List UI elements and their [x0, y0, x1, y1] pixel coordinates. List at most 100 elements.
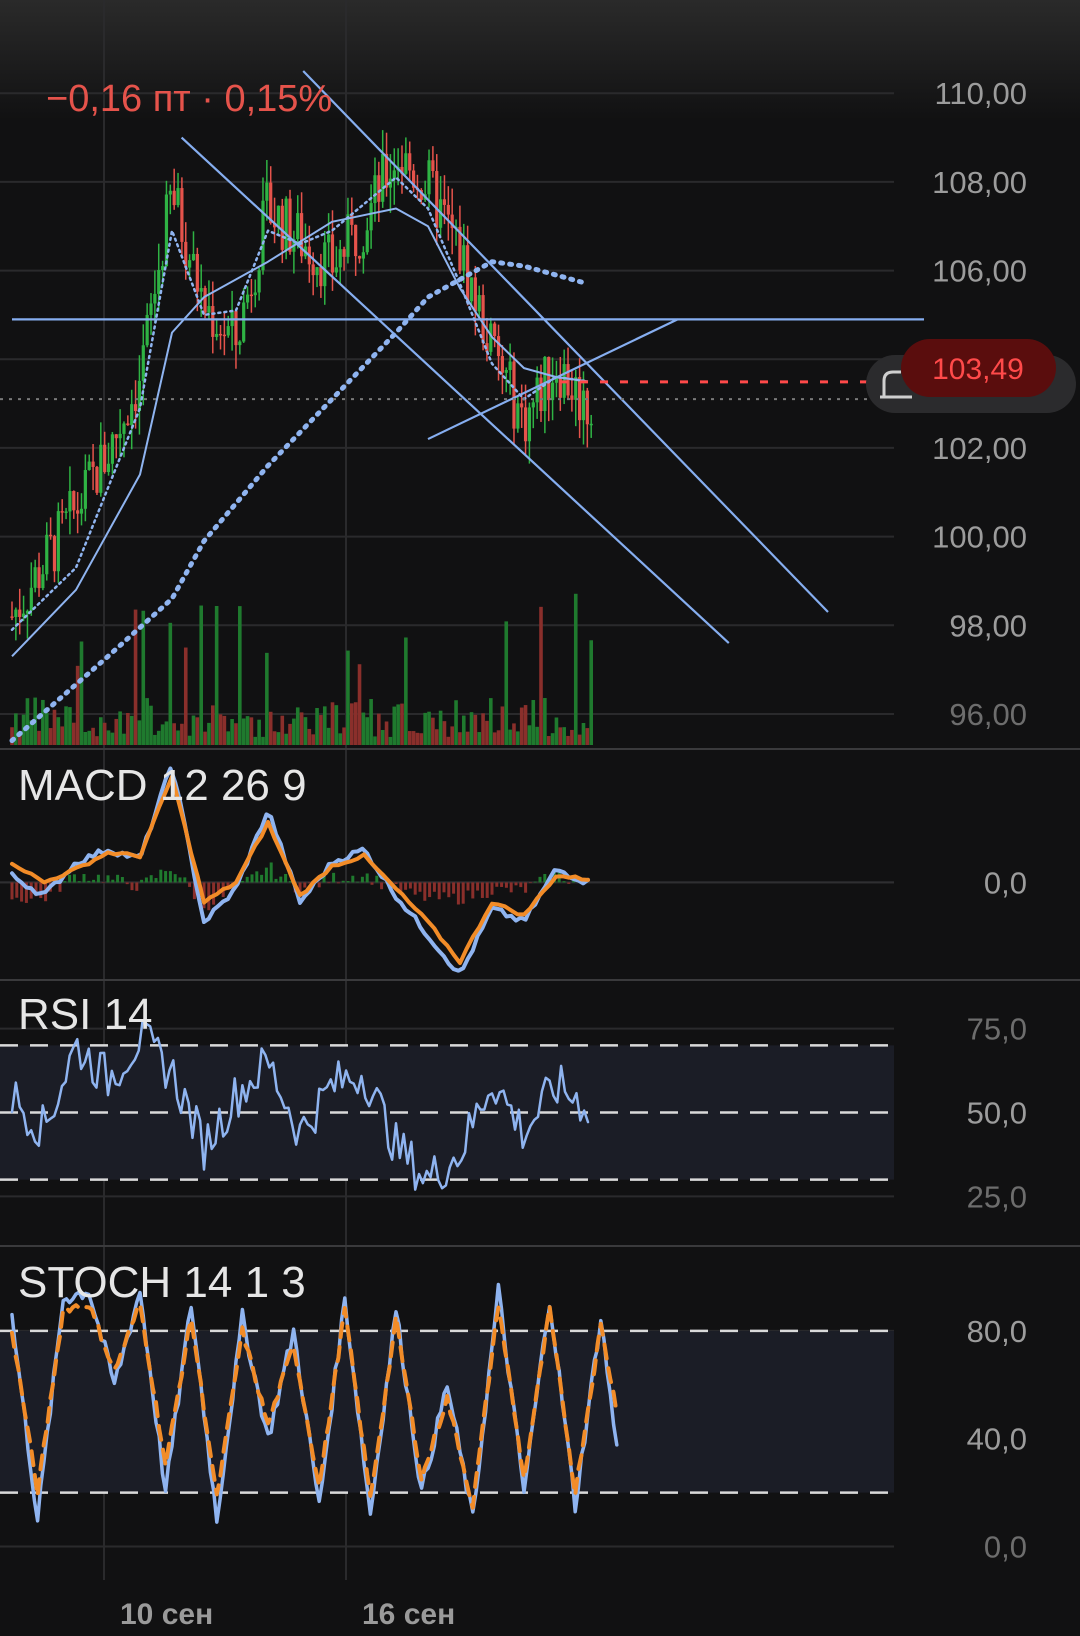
- macd-histogram-bar: [495, 882, 499, 887]
- band-fill: [0, 1330, 894, 1493]
- y-tick-label: 100,00: [932, 520, 1027, 555]
- y-tick-label: 108,00: [932, 165, 1027, 200]
- volume-bar: [396, 704, 400, 745]
- volume-bar: [268, 711, 273, 745]
- volume-bar: [37, 730, 41, 745]
- volume-bar: [431, 717, 435, 745]
- macd-histogram-bar: [264, 867, 268, 883]
- volume-bar: [48, 728, 53, 745]
- volume-bar: [384, 721, 389, 745]
- candle-body: [137, 380, 142, 412]
- candle-body: [527, 407, 532, 442]
- macd-histogram-bar: [260, 874, 264, 883]
- y-tick-label: 25,0: [967, 1179, 1027, 1214]
- macd-histogram-bar: [154, 878, 158, 883]
- candle-body: [168, 190, 172, 195]
- volume-bar: [129, 715, 134, 745]
- candle-body: [257, 270, 261, 293]
- candle-body: [520, 403, 524, 408]
- macd-histogram-bar: [92, 879, 96, 883]
- volume-bar: [558, 727, 563, 745]
- candle-body: [238, 341, 242, 346]
- macd-histogram-bar: [341, 880, 345, 883]
- macd-histogram-bar: [500, 882, 504, 887]
- macd-histogram-bar: [130, 882, 134, 891]
- volume-bar: [164, 721, 169, 745]
- candle-body: [207, 306, 211, 313]
- candle-body: [357, 256, 362, 259]
- macd-histogram-bar: [567, 882, 571, 884]
- candle-body: [581, 390, 586, 421]
- volume-bar: [272, 731, 277, 745]
- volume-bar: [419, 733, 424, 745]
- volume-bar: [199, 605, 204, 745]
- candle-body: [203, 288, 207, 313]
- candle-body: [253, 292, 257, 296]
- volume-bar: [153, 734, 157, 745]
- candle-body: [493, 323, 497, 337]
- volume-bar: [454, 700, 458, 745]
- candle-body: [589, 423, 593, 426]
- candle-body: [477, 295, 481, 312]
- candle-body: [218, 333, 223, 336]
- volume-bar: [149, 705, 153, 745]
- volume-bar: [168, 622, 173, 745]
- macd-histogram-bar: [408, 882, 412, 889]
- volume-bar: [411, 731, 416, 745]
- macd-histogram-bar: [418, 882, 422, 892]
- volume-bar: [238, 606, 242, 745]
- volume-bar: [543, 698, 547, 745]
- candle-body: [18, 609, 22, 617]
- volume-bar: [280, 715, 285, 745]
- macd-histogram-bar: [183, 877, 187, 883]
- candle-body: [319, 267, 323, 287]
- macd-histogram-bar: [125, 882, 129, 885]
- macd-histogram-bar: [111, 879, 115, 883]
- volume-bar: [566, 735, 570, 745]
- macd-histogram-bar: [490, 882, 494, 895]
- candle-body: [550, 382, 555, 401]
- volume-bar: [589, 640, 593, 745]
- y-tick-label: 40,0: [967, 1422, 1027, 1457]
- candle-body: [404, 153, 408, 174]
- macd-histogram-bar: [351, 875, 355, 883]
- volume-bar: [83, 731, 88, 745]
- candle-body: [392, 170, 396, 179]
- macd-histogram-bar: [485, 882, 489, 898]
- volume-bar: [427, 711, 431, 745]
- y-tick-label: 75,0: [967, 1012, 1027, 1047]
- volume-bar: [500, 706, 505, 745]
- candle-body: [87, 461, 91, 471]
- candle-body: [373, 175, 377, 204]
- macd-histogram-bar: [394, 882, 398, 885]
- candle-body: [296, 213, 300, 240]
- macd-histogram-bar: [279, 876, 283, 883]
- macd-histogram-bar: [356, 881, 360, 883]
- volume-bar: [373, 736, 377, 745]
- volume-bar: [234, 723, 238, 745]
- volume-bar: [423, 712, 427, 745]
- candle-body: [512, 361, 516, 429]
- volume-bar: [369, 699, 373, 745]
- macd-histogram-bar: [562, 881, 566, 883]
- macd-histogram-bar: [452, 882, 456, 894]
- candle-body: [288, 198, 292, 252]
- stoch-title: STOCH 14 1 3: [18, 1258, 306, 1307]
- volume-bar: [218, 714, 223, 745]
- candle-body: [95, 466, 99, 493]
- candle-body: [72, 491, 76, 511]
- macd-histogram-bar: [178, 877, 182, 883]
- volume-bar: [226, 731, 231, 745]
- volume-bar: [446, 736, 451, 745]
- candle-body: [160, 266, 165, 271]
- candle-body: [284, 198, 288, 250]
- volume-bar: [99, 717, 103, 745]
- candle-body: [431, 160, 435, 172]
- y-tick-label: 98,00: [949, 608, 1027, 643]
- macd-histogram-bar: [120, 877, 124, 883]
- macd-histogram-bar: [524, 882, 528, 893]
- volume-bar: [450, 726, 454, 745]
- y-tick-label: 50,0: [967, 1096, 1027, 1131]
- volume-bar: [160, 724, 165, 745]
- volume-bar: [361, 712, 366, 745]
